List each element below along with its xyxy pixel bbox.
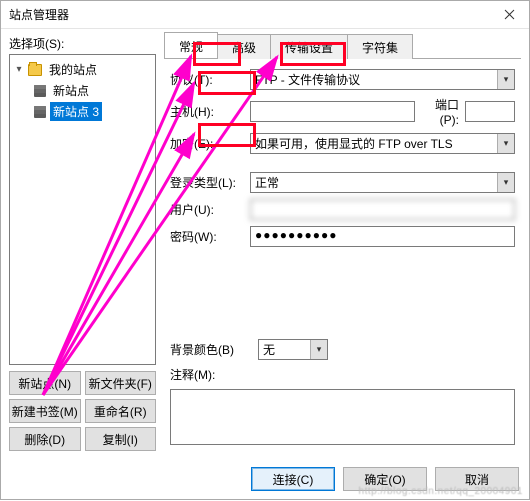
comments-textarea[interactable]: [170, 389, 515, 445]
protocol-select[interactable]: FTP - 文件传输协议 ▾: [250, 69, 515, 90]
right-panel: 常规 高级 传输设置 字符集 协议(T): FTP - 文件传输协议 ▾ 主机(…: [164, 35, 521, 451]
protocol-value: FTP - 文件传输协议: [250, 69, 515, 90]
server-icon: [34, 106, 46, 118]
tree-root-label: 我的站点: [46, 60, 100, 79]
delete-button[interactable]: 删除(D): [9, 427, 81, 451]
copy-label: 复制(I): [103, 431, 138, 448]
connect-button[interactable]: 连接(C): [251, 467, 335, 491]
tab-transfer[interactable]: 传输设置: [270, 34, 348, 59]
password-label: 密码(W):: [170, 228, 244, 245]
logon-type-select[interactable]: 正常 ▾: [250, 172, 515, 193]
password-input[interactable]: ●●●●●●●●●●: [250, 226, 515, 247]
cancel-button[interactable]: 取消: [435, 467, 519, 491]
tab-advanced-label: 高级: [232, 41, 256, 55]
host-row: 主机(H): 端口(P):: [170, 96, 515, 127]
bgcolor-label: 背景颜色(B): [170, 341, 252, 358]
select-entry-label: 选择项(S):: [9, 35, 156, 52]
port-label: 端口(P):: [421, 96, 459, 127]
tab-charset-label: 字符集: [362, 41, 398, 55]
window-title: 站点管理器: [9, 6, 489, 23]
encryption-select[interactable]: 如果可用，使用显式的 FTP over TLS ▾: [250, 133, 515, 154]
cancel-label: 取消: [465, 471, 489, 488]
bgcolor-select[interactable]: 无 ▾: [258, 339, 328, 360]
tree-site-item[interactable]: 新站点: [12, 80, 153, 101]
new-bookmark-button[interactable]: 新建书签(M): [9, 399, 81, 423]
chevron-down-icon: ▾: [497, 173, 514, 192]
ok-button[interactable]: 确定(O): [343, 467, 427, 491]
new-folder-button[interactable]: 新文件夹(F): [85, 371, 157, 395]
protocol-row: 协议(T): FTP - 文件传输协议 ▾: [170, 69, 515, 90]
tree-twisty-icon[interactable]: ▾: [14, 65, 24, 75]
close-icon: [504, 9, 515, 20]
folder-icon: [28, 64, 42, 76]
password-mask: ●●●●●●●●●●: [255, 228, 337, 242]
rename-button[interactable]: 重命名(R): [85, 399, 157, 423]
host-label: 主机(H):: [170, 103, 244, 120]
ok-label: 确定(O): [364, 471, 405, 488]
bgcolor-row: 背景颜色(B) 无 ▾: [170, 339, 515, 360]
chevron-down-icon: ▾: [497, 134, 514, 153]
connect-label: 连接(C): [273, 471, 314, 488]
logon-type-label: 登录类型(L):: [170, 174, 244, 191]
protocol-label: 协议(T):: [170, 71, 244, 88]
logon-type-value: 正常: [250, 172, 515, 193]
tree-item-label: 新站点 3: [50, 102, 102, 121]
new-site-button[interactable]: 新站点(N): [9, 371, 81, 395]
delete-label: 删除(D): [24, 431, 65, 448]
tab-charset[interactable]: 字符集: [347, 34, 413, 59]
tree-item-label: 新站点: [50, 81, 92, 100]
host-input[interactable]: [250, 101, 415, 122]
encryption-value: 如果可用，使用显式的 FTP over TLS: [250, 133, 515, 154]
site-manager-window: 站点管理器 选择项(S): ▾ 我的站点 新站点 新站点 3: [0, 0, 530, 500]
new-folder-label: 新文件夹(F): [89, 375, 152, 392]
tab-transfer-label: 传输设置: [285, 41, 333, 55]
site-tree[interactable]: ▾ 我的站点 新站点 新站点 3: [9, 54, 156, 365]
tab-advanced[interactable]: 高级: [217, 34, 271, 59]
server-icon: [34, 85, 46, 97]
encryption-label: 加密(E):: [170, 135, 244, 152]
left-button-grid: 新站点(N) 新文件夹(F) 新建书签(M) 重命名(R) 删除(D) 复制(I…: [9, 371, 156, 451]
dialog-button-row: 连接(C) 确定(O) 取消: [251, 467, 519, 491]
left-panel: 选择项(S): ▾ 我的站点 新站点 新站点 3 新站点(N) 新文件夹: [9, 35, 156, 451]
copy-button[interactable]: 复制(I): [85, 427, 157, 451]
password-row: 密码(W): ●●●●●●●●●●: [170, 226, 515, 247]
general-form: 协议(T): FTP - 文件传输协议 ▾ 主机(H): 端口(P): 加密(E…: [164, 59, 521, 451]
titlebar: 站点管理器: [1, 1, 529, 29]
tree-root-my-sites[interactable]: ▾ 我的站点: [12, 59, 153, 80]
new-site-label: 新站点(N): [18, 375, 71, 392]
comments-label: 注释(M):: [170, 366, 515, 383]
new-bookmark-label: 新建书签(M): [12, 403, 78, 420]
close-button[interactable]: [489, 1, 529, 29]
rename-label: 重命名(R): [94, 403, 147, 420]
encryption-row: 加密(E): 如果可用，使用显式的 FTP over TLS ▾: [170, 133, 515, 154]
chevron-down-icon: ▾: [310, 340, 327, 359]
user-label: 用户(U):: [170, 201, 244, 218]
tab-general[interactable]: 常规: [164, 32, 218, 58]
tree-site-item-selected[interactable]: 新站点 3: [12, 101, 153, 122]
chevron-down-icon: ▾: [497, 70, 514, 89]
logon-type-row: 登录类型(L): 正常 ▾: [170, 172, 515, 193]
tab-bar: 常规 高级 传输设置 字符集: [164, 35, 521, 59]
user-row: 用户(U):: [170, 199, 515, 220]
tab-general-label: 常规: [179, 40, 203, 54]
user-input[interactable]: [250, 199, 515, 220]
port-input[interactable]: [465, 101, 515, 122]
